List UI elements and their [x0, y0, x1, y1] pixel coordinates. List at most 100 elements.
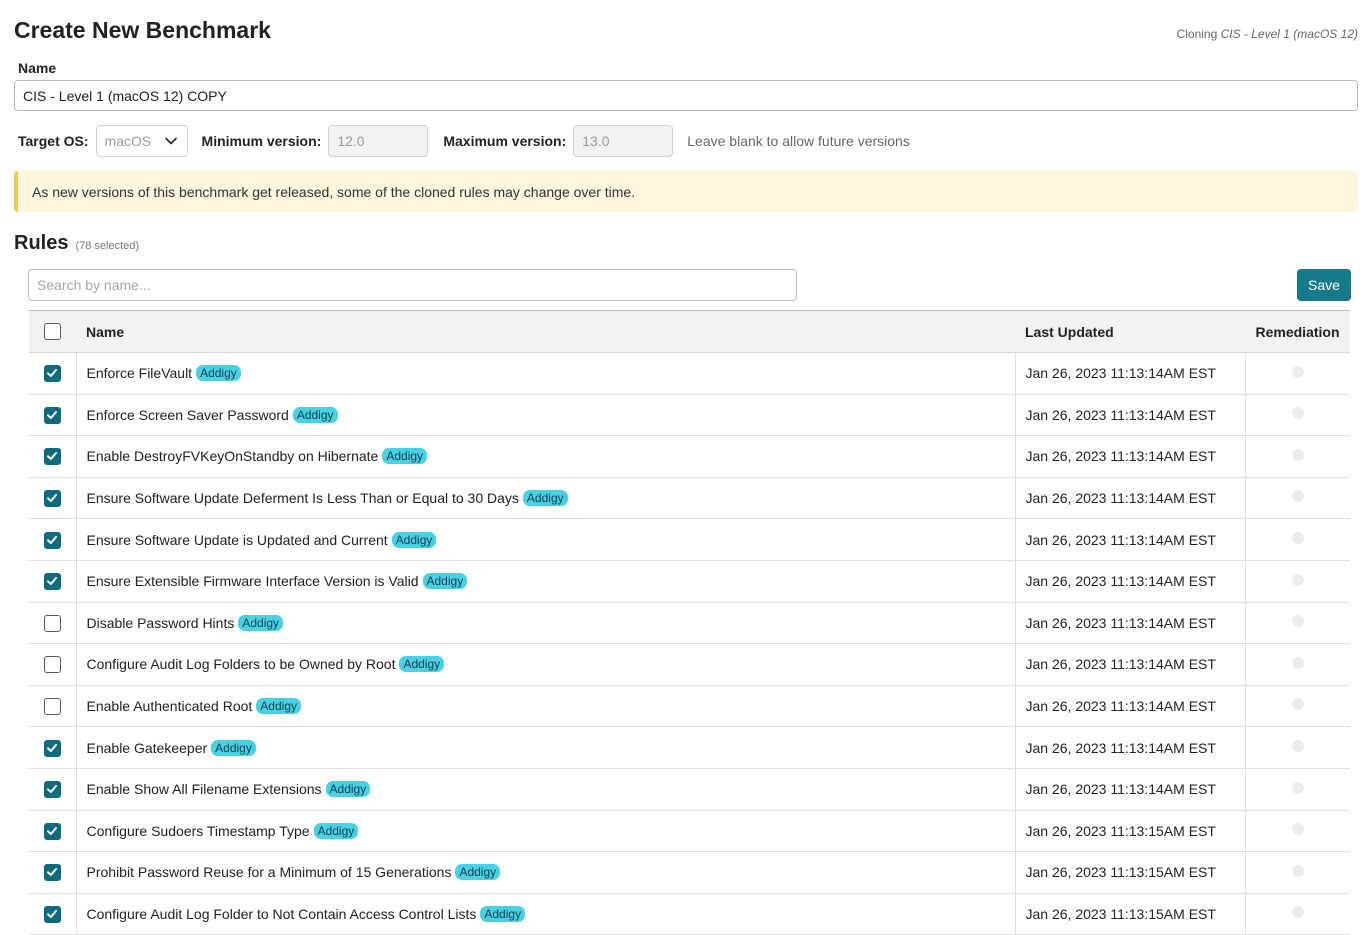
row-checkbox[interactable] — [43, 406, 61, 424]
row-checkbox[interactable] — [43, 573, 61, 591]
row-checkbox[interactable] — [43, 781, 61, 799]
target-os-select[interactable]: macOS — [95, 125, 188, 157]
table-row[interactable]: Disable Password Hints Addigy Jan 26, 2023… — [29, 602, 1350, 645]
clone-prefix: Cloning — [1176, 27, 1218, 41]
checkmark-icon — [46, 535, 57, 544]
row-checkbox[interactable] — [43, 614, 61, 632]
rule-name-cell: Prohibit Password Reuse for a Minimum of… — [76, 851, 1015, 894]
row-checkbox[interactable] — [43, 656, 61, 674]
remediation-cell — [1245, 768, 1350, 811]
rule-name: Ensure Extensible Firmware Interface Ver… — [86, 573, 419, 590]
rule-name: Disable Password Hints — [86, 614, 235, 631]
row-checkbox-cell — [29, 685, 77, 728]
vendor-badge: Addigy — [480, 906, 526, 923]
checkmark-icon — [46, 410, 57, 419]
table-row[interactable]: Enable DestroyFVKeyOnStandby on Hibernat… — [29, 435, 1350, 478]
rule-name: Configure Audit Log Folder to Not Contai… — [86, 906, 477, 923]
checkmark-icon — [46, 577, 57, 586]
table-row[interactable]: Configure Sudoers Timestamp Type Addigy Ja… — [29, 810, 1350, 853]
column-header-name[interactable]: Name — [76, 310, 1015, 353]
rule-name: Configure Audit Log Folders to be Owned … — [86, 656, 396, 673]
last-updated-cell: Jan 26, 2023 11:13:14AM EST — [1014, 435, 1246, 478]
remediation-cell — [1245, 810, 1350, 853]
row-checkbox-cell — [29, 394, 77, 437]
row-checkbox-cell — [29, 726, 77, 769]
remediation-cell — [1245, 726, 1350, 769]
row-checkbox[interactable] — [43, 697, 61, 715]
last-updated-cell: Jan 26, 2023 11:13:14AM EST — [1014, 518, 1246, 561]
last-updated-cell: Jan 26, 2023 11:13:14AM EST — [1014, 477, 1246, 520]
min-version-input[interactable] — [328, 125, 429, 157]
checkmark-icon — [46, 369, 57, 378]
rule-name-cell: Ensure Extensible Firmware Interface Ver… — [76, 560, 1015, 603]
last-updated-cell: Jan 26, 2023 11:13:14AM EST — [1014, 602, 1246, 645]
row-checkbox[interactable] — [43, 739, 61, 757]
row-checkbox[interactable] — [43, 822, 61, 840]
status-dot-icon — [1291, 365, 1304, 378]
row-checkbox-cell — [29, 851, 77, 894]
last-updated-cell: Jan 26, 2023 11:13:14AM EST — [1014, 560, 1246, 603]
row-checkbox[interactable] — [43, 531, 61, 549]
row-checkbox[interactable] — [43, 905, 61, 923]
table-row[interactable]: Enable Authenticated Root Addigy Jan 26, 2… — [29, 685, 1350, 728]
rule-name-cell: Disable Password Hints Addigy — [76, 602, 1015, 645]
last-updated-cell: Jan 26, 2023 11:13:15AM EST — [1014, 851, 1246, 894]
select-all-checkbox[interactable] — [44, 323, 61, 341]
table-row[interactable]: Enable Show All Filename Extensions Addig… — [29, 768, 1350, 811]
table-row[interactable]: Enforce Screen Saver Password Addigy Jan 2… — [29, 394, 1350, 437]
rule-name: Configure Sudoers Timestamp Type — [86, 822, 310, 839]
status-dot-icon — [1291, 823, 1304, 836]
checkmark-icon — [46, 493, 57, 502]
row-checkbox-cell — [29, 643, 77, 686]
remediation-cell — [1245, 477, 1350, 520]
row-checkbox[interactable] — [43, 864, 61, 882]
remediation-cell — [1245, 394, 1350, 437]
column-header-last-updated[interactable]: Last Updated — [1015, 310, 1245, 353]
row-checkbox[interactable] — [43, 365, 61, 383]
save-button[interactable]: Save — [1297, 269, 1351, 301]
vendor-badge: Addigy — [422, 573, 468, 590]
clone-source: CIS - Level 1 (macOS 12) — [1220, 27, 1358, 41]
select-all-cell — [29, 310, 76, 353]
row-checkbox[interactable] — [43, 489, 61, 507]
rule-name: Enable Authenticated Root — [86, 698, 253, 715]
vendor-badge: Addigy — [313, 822, 359, 839]
rule-name-cell: Ensure Software Update Deferment Is Less… — [76, 477, 1015, 520]
table-row[interactable]: Prohibit Password Reuse for a Minimum of… — [29, 851, 1350, 894]
clone-note: Cloning CIS - Level 1 (macOS 12) — [1177, 27, 1358, 41]
checkmark-icon — [46, 452, 57, 461]
table-row[interactable]: Configure Audit Log Folders to be Owned … — [29, 643, 1350, 686]
column-header-remediation[interactable]: Remediation — [1245, 310, 1350, 353]
table-row[interactable]: Ensure Software Update Deferment Is Less… — [29, 477, 1350, 520]
rule-name: Enable Gatekeeper — [86, 739, 208, 756]
rule-name: Enforce Screen Saver Password — [86, 406, 289, 423]
last-updated-cell: Jan 26, 2023 11:13:14AM EST — [1014, 685, 1246, 728]
last-updated-cell: Jan 26, 2023 11:13:14AM EST — [1014, 726, 1246, 769]
last-updated-cell: Jan 26, 2023 11:13:15AM EST — [1014, 893, 1246, 935]
benchmark-name-input[interactable] — [14, 80, 1358, 111]
vendor-badge: Addigy — [256, 698, 301, 715]
last-updated-cell: Jan 26, 2023 11:13:15AM EST — [1014, 810, 1246, 853]
vendor-badge: Addigy — [382, 448, 428, 465]
min-version-label: Minimum version: — [201, 133, 322, 149]
table-row[interactable]: Enforce FileVault Addigy Jan 26, 2023 11:1… — [29, 352, 1350, 395]
table-row[interactable]: Ensure Extensible Firmware Interface Ver… — [29, 560, 1350, 603]
vendor-badge: Addigy — [522, 490, 568, 507]
max-version-input[interactable] — [573, 125, 674, 157]
warning-banner: As new versions of this benchmark get re… — [14, 171, 1358, 212]
remediation-cell — [1245, 560, 1350, 603]
rules-search-input[interactable] — [28, 269, 797, 301]
last-updated-cell: Jan 26, 2023 11:13:14AM EST — [1014, 352, 1246, 395]
table-row[interactable]: Ensure Software Update is Updated and Cu… — [29, 518, 1350, 561]
chevron-down-icon — [164, 137, 177, 145]
page-title: Create New Benchmark — [14, 17, 271, 43]
row-checkbox[interactable] — [43, 448, 61, 466]
rule-name: Enable Show All Filename Extensions — [86, 781, 322, 798]
table-row[interactable]: Enable Gatekeeper Addigy Jan 26, 2023 11:1… — [29, 726, 1350, 769]
max-version-label: Maximum version: — [443, 133, 567, 149]
checkmark-icon — [46, 868, 57, 877]
vendor-badge: Addigy — [455, 864, 501, 881]
table-row[interactable]: Configure Audit Log Folder to Not Contai… — [29, 893, 1350, 935]
status-dot-icon — [1291, 531, 1304, 544]
rules-heading: Rules (78 selected) — [14, 232, 139, 255]
